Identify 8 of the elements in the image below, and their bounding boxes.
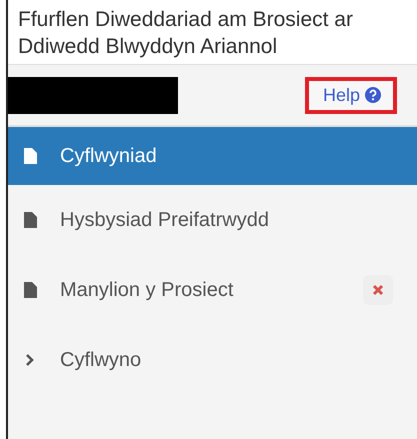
chevron-icon — [25, 353, 35, 367]
help-link[interactable]: Help — [304, 76, 397, 114]
document-icon — [24, 282, 36, 298]
nav-item[interactable]: Cyflwyniad — [8, 127, 417, 185]
help-icon — [365, 87, 381, 103]
form-title: Ffurflen Diweddariad am Brosiect ar Ddiwedd Blwyddyn Ariannol — [8, 0, 417, 65]
document-icon — [24, 212, 36, 228]
document-icon — [24, 148, 36, 164]
